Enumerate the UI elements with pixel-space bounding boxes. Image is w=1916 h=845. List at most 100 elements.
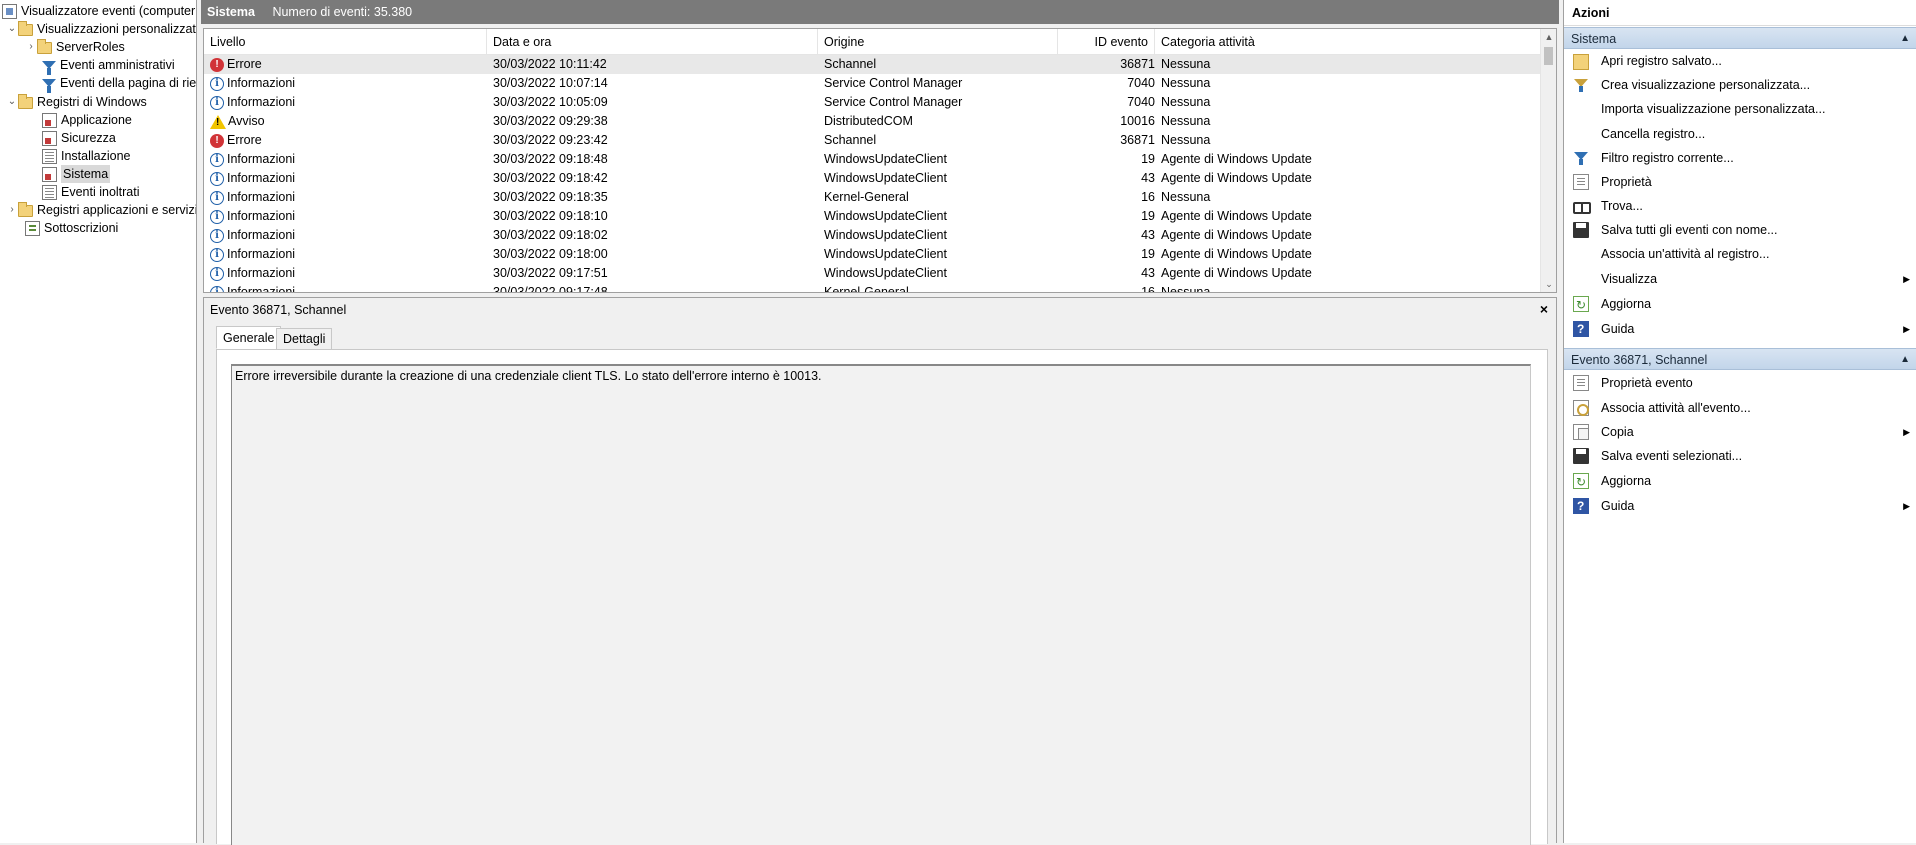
cell-level: i Informazioni bbox=[210, 283, 480, 292]
cell-level: i Informazioni bbox=[210, 93, 480, 112]
table-row[interactable]: i Informazioni 30/03/2022 09:18:00 WindowsU… bbox=[204, 245, 1541, 264]
cell-event-id: 7040 bbox=[1127, 95, 1155, 109]
cell-event-id: 36871 bbox=[1120, 133, 1155, 147]
copy-icon bbox=[1573, 424, 1589, 440]
action-event-properties[interactable]: Proprietà evento bbox=[1564, 371, 1916, 395]
cell-source: WindowsUpdateClient bbox=[824, 209, 947, 223]
column-header-level[interactable]: Livello bbox=[204, 29, 487, 55]
tree-label: Sicurezza bbox=[61, 131, 116, 145]
tree-label: Visualizzatore eventi (computer locale) bbox=[21, 4, 196, 18]
event-message[interactable]: Errore irreversibile durante la creazion… bbox=[231, 364, 1531, 845]
tab-details[interactable]: Dettagli bbox=[276, 328, 333, 350]
tree-item-subscriptions[interactable]: Sottoscrizioni bbox=[25, 219, 118, 237]
column-header-id[interactable]: ID evento bbox=[1058, 29, 1155, 55]
tree-item-admin-events[interactable]: Eventi amministrativi bbox=[42, 56, 175, 75]
table-row[interactable]: i Informazioni 30/03/2022 10:05:09 Service … bbox=[204, 93, 1541, 112]
scroll-down-icon[interactable]: ⌄ bbox=[1541, 276, 1556, 292]
table-row[interactable]: i Informazioni 30/03/2022 10:07:14 Service … bbox=[204, 74, 1541, 93]
cell-level: i Informazioni bbox=[210, 245, 480, 264]
collapse-icon[interactable]: ▲ bbox=[1900, 349, 1910, 371]
table-row[interactable]: i Informazioni 30/03/2022 09:17:51 WindowsU… bbox=[204, 264, 1541, 283]
action-save-selected[interactable]: Salva eventi selezionati... bbox=[1564, 444, 1916, 468]
table-row[interactable]: i Informazioni 30/03/2022 09:17:48 Kernel-G… bbox=[204, 283, 1541, 293]
tree-item-setup[interactable]: Installazione bbox=[42, 147, 131, 165]
create-view-icon bbox=[1573, 77, 1589, 93]
tree-item-forwarded[interactable]: Eventi inoltrati bbox=[42, 183, 140, 201]
table-scrollbar[interactable]: ▲ ⌄ bbox=[1540, 29, 1556, 292]
table-row[interactable]: ! Errore 30/03/2022 09:23:42 Schannel 36871 N… bbox=[204, 131, 1541, 150]
tree-item-server-roles[interactable]: › ServerRoles bbox=[25, 38, 125, 56]
section-header-event[interactable]: Evento 36871, Schannel ▲ bbox=[1564, 348, 1916, 370]
filter-icon bbox=[42, 61, 56, 75]
action-help-event[interactable]: Guida ▶ bbox=[1564, 494, 1916, 518]
close-icon[interactable]: × bbox=[1540, 300, 1548, 318]
table-row[interactable]: Avviso 30/03/2022 09:29:38 DistributedCOM 1… bbox=[204, 112, 1541, 131]
tree-item-system[interactable]: Sistema bbox=[42, 165, 111, 183]
tree-item-custom-views[interactable]: ⌄ Visualizzazioni personalizzate bbox=[6, 20, 196, 38]
collapse-icon[interactable]: ▲ bbox=[1900, 28, 1910, 50]
cell-event-id: 43 bbox=[1141, 228, 1155, 242]
table-row[interactable]: i Informazioni 30/03/2022 09:18:10 WindowsU… bbox=[204, 207, 1541, 226]
submenu-arrow-icon: ▶ bbox=[1903, 274, 1910, 284]
view-icon bbox=[1573, 271, 1589, 287]
chevron-right-icon[interactable]: › bbox=[6, 201, 18, 219]
tab-general[interactable]: Generale bbox=[216, 326, 282, 349]
action-label: Associa attività all'evento... bbox=[1601, 401, 1751, 415]
submenu-arrow-icon: ▶ bbox=[1903, 324, 1910, 334]
action-filter-log[interactable]: Filtro registro corrente... bbox=[1564, 146, 1916, 170]
tree-item-application[interactable]: Applicazione bbox=[42, 111, 132, 129]
column-header-category[interactable]: Categoria attività bbox=[1155, 29, 1541, 55]
scroll-thumb[interactable] bbox=[1544, 47, 1553, 65]
column-header-source[interactable]: Origine bbox=[818, 29, 1058, 55]
tree-label: Registri applicazioni e servizi bbox=[37, 203, 197, 217]
filter-icon bbox=[42, 79, 56, 93]
action-label: Proprietà evento bbox=[1601, 376, 1693, 390]
action-refresh-event[interactable]: Aggiorna bbox=[1564, 469, 1916, 494]
column-header-date[interactable]: Data e ora bbox=[487, 29, 818, 55]
tree-item-apps-services[interactable]: › Registri applicazioni e servizi bbox=[6, 201, 197, 219]
cell-category: Nessuna bbox=[1161, 76, 1211, 90]
action-save-all-events[interactable]: Salva tutti gli eventi con nome... bbox=[1564, 218, 1916, 242]
level-text: Errore bbox=[227, 57, 262, 71]
chevron-down-icon[interactable]: ⌄ bbox=[6, 20, 18, 38]
submenu-arrow-icon: ▶ bbox=[1903, 427, 1910, 437]
chevron-down-icon[interactable]: ⌄ bbox=[6, 93, 18, 111]
cell-date: 30/03/2022 09:18:35 bbox=[493, 190, 608, 204]
cell-category: Nessuna bbox=[1161, 285, 1211, 293]
action-clear-log[interactable]: Cancella registro... bbox=[1564, 122, 1916, 146]
table-row[interactable]: i Informazioni 30/03/2022 09:18:42 WindowsU… bbox=[204, 169, 1541, 188]
table-row[interactable]: i Informazioni 30/03/2022 09:18:02 WindowsU… bbox=[204, 226, 1541, 245]
cell-source: Service Control Manager bbox=[824, 76, 963, 90]
tree-item-windows-logs[interactable]: ⌄ Registri di Windows bbox=[6, 93, 147, 111]
level-text: Informazioni bbox=[227, 76, 296, 90]
action-create-custom-view[interactable]: Crea visualizzazione personalizzata... bbox=[1564, 73, 1916, 97]
table-row[interactable]: ! Errore 30/03/2022 10:11:42 Schannel 36871 N… bbox=[204, 55, 1541, 74]
action-refresh[interactable]: Aggiorna bbox=[1564, 292, 1916, 317]
cell-category: Agente di Windows Update bbox=[1161, 171, 1312, 185]
info-icon: i bbox=[210, 285, 224, 292]
action-properties[interactable]: Proprietà bbox=[1564, 170, 1916, 194]
tree-item-root[interactable]: Visualizzatore eventi (computer locale) bbox=[2, 2, 196, 20]
cell-date: 30/03/2022 09:29:38 bbox=[493, 114, 608, 128]
action-label: Visualizza bbox=[1601, 272, 1658, 286]
action-attach-task-log[interactable]: Associa un'attività al registro... bbox=[1564, 242, 1916, 266]
action-attach-task-event[interactable]: Associa attività all'evento... bbox=[1564, 396, 1916, 420]
level-text: Informazioni bbox=[227, 228, 296, 242]
cell-source: Kernel-General bbox=[824, 285, 909, 293]
tree-label: Applicazione bbox=[61, 113, 132, 127]
cell-category: Nessuna bbox=[1161, 57, 1211, 71]
action-view[interactable]: Visualizza ▶ bbox=[1564, 267, 1916, 291]
section-header-log[interactable]: Sistema ▲ bbox=[1564, 27, 1916, 49]
scroll-up-icon[interactable]: ▲ bbox=[1541, 29, 1556, 45]
folder-icon bbox=[37, 39, 52, 54]
action-help[interactable]: Guida ▶ bbox=[1564, 317, 1916, 341]
action-import-custom-view[interactable]: Importa visualizzazione personalizzata..… bbox=[1564, 97, 1916, 121]
chevron-right-icon[interactable]: › bbox=[25, 38, 37, 56]
table-row[interactable]: i Informazioni 30/03/2022 09:18:35 Kernel-G… bbox=[204, 188, 1541, 207]
tree-item-security[interactable]: Sicurezza bbox=[42, 129, 116, 147]
action-find[interactable]: Trova... bbox=[1564, 194, 1916, 218]
table-row[interactable]: i Informazioni 30/03/2022 09:18:48 WindowsU… bbox=[204, 150, 1541, 169]
action-open-saved-log[interactable]: Apri registro salvato... bbox=[1564, 49, 1916, 73]
tree-item-summary-events[interactable]: Eventi della pagina di riepilogo bbox=[42, 74, 196, 93]
action-copy[interactable]: Copia ▶ bbox=[1564, 420, 1916, 444]
